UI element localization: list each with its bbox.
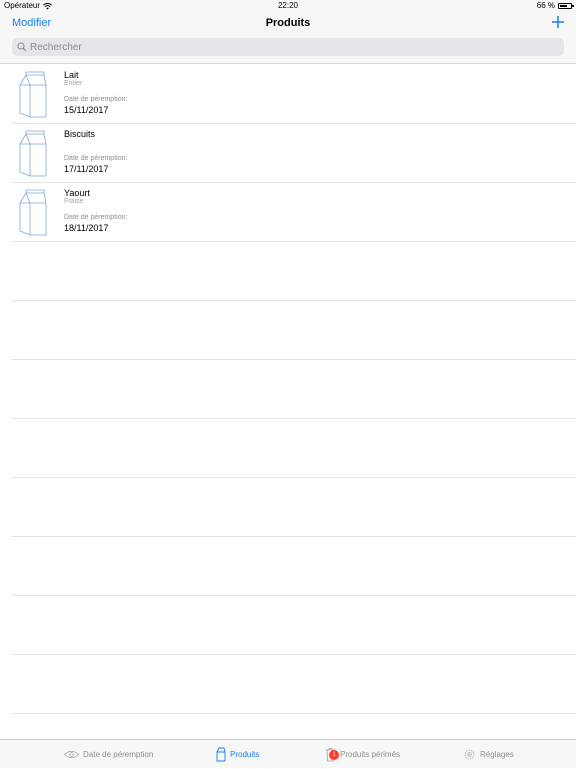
tab-settings[interactable]: Réglages [463,740,514,769]
search-input[interactable] [30,41,564,53]
navigation-bar: Modifier Produits [0,12,576,64]
tab-bar: Date de péremption Produits 1 Produits p… [0,739,576,768]
expiry-label: Date de péremption: [64,155,128,162]
milk-carton-icon [19,130,47,177]
tab-label: Produits périmés [340,750,401,759]
tab-label: Réglages [480,750,514,759]
eye-icon [64,750,79,759]
search-bar[interactable] [12,38,564,56]
empty-row [12,478,576,537]
empty-row [12,301,576,360]
gear-icon [464,749,475,760]
product-variant: Fraise [64,198,84,205]
expiry-date: 15/11/2017 [64,105,109,115]
status-time: 22:20 [277,1,299,10]
add-product-button[interactable] [550,14,566,30]
product-variant: Entier [64,80,83,87]
battery-percentage: 66 % [536,1,555,10]
expiry-date: 17/11/2017 [64,164,109,174]
battery-icon [558,3,574,9]
empty-row [12,596,576,655]
empty-row [12,360,576,419]
expiry-label: Date de péremption: [64,96,128,103]
tab-products[interactable]: Produits [216,740,259,769]
tab-label: Date de péremption [83,750,154,759]
tab-label: Produits [230,750,260,759]
empty-row [12,242,576,301]
milk-carton-icon [216,747,226,762]
expiry-date: 18/11/2017 [64,223,109,233]
expiry-label: Date de péremption: [64,214,128,221]
product-name: Biscuits [64,129,96,139]
empty-row [12,537,576,596]
search-icon [17,42,27,52]
battery: 66 % [536,0,574,12]
status-bar: Opérateur 22:20 66 % [0,0,576,12]
tab-expiry-date[interactable]: Date de péremption [64,740,153,769]
product-row-biscuits[interactable]: Biscuits Date de péremption: 17/11/2017 [12,124,576,183]
product-row-yaourt[interactable]: Yaourt Fraise Date de péremption: 18/11/… [12,183,576,242]
expired-count-badge: 1 [329,750,339,760]
milk-carton-icon [19,189,47,236]
product-name: Lait [64,70,79,80]
empty-row [12,655,576,714]
trash-icon-wrap: 1 [325,747,339,762]
product-row-lait[interactable]: Lait Entier Date de péremption: 15/11/20… [12,65,576,124]
empty-row [12,419,576,478]
product-list: Lait Entier Date de péremption: 15/11/20… [0,65,576,714]
product-name: Yaourt [64,188,90,198]
tab-expired-products[interactable]: 1 Produits périmés [325,740,400,769]
page-title: Produits [265,17,311,29]
milk-carton-icon [19,71,47,118]
